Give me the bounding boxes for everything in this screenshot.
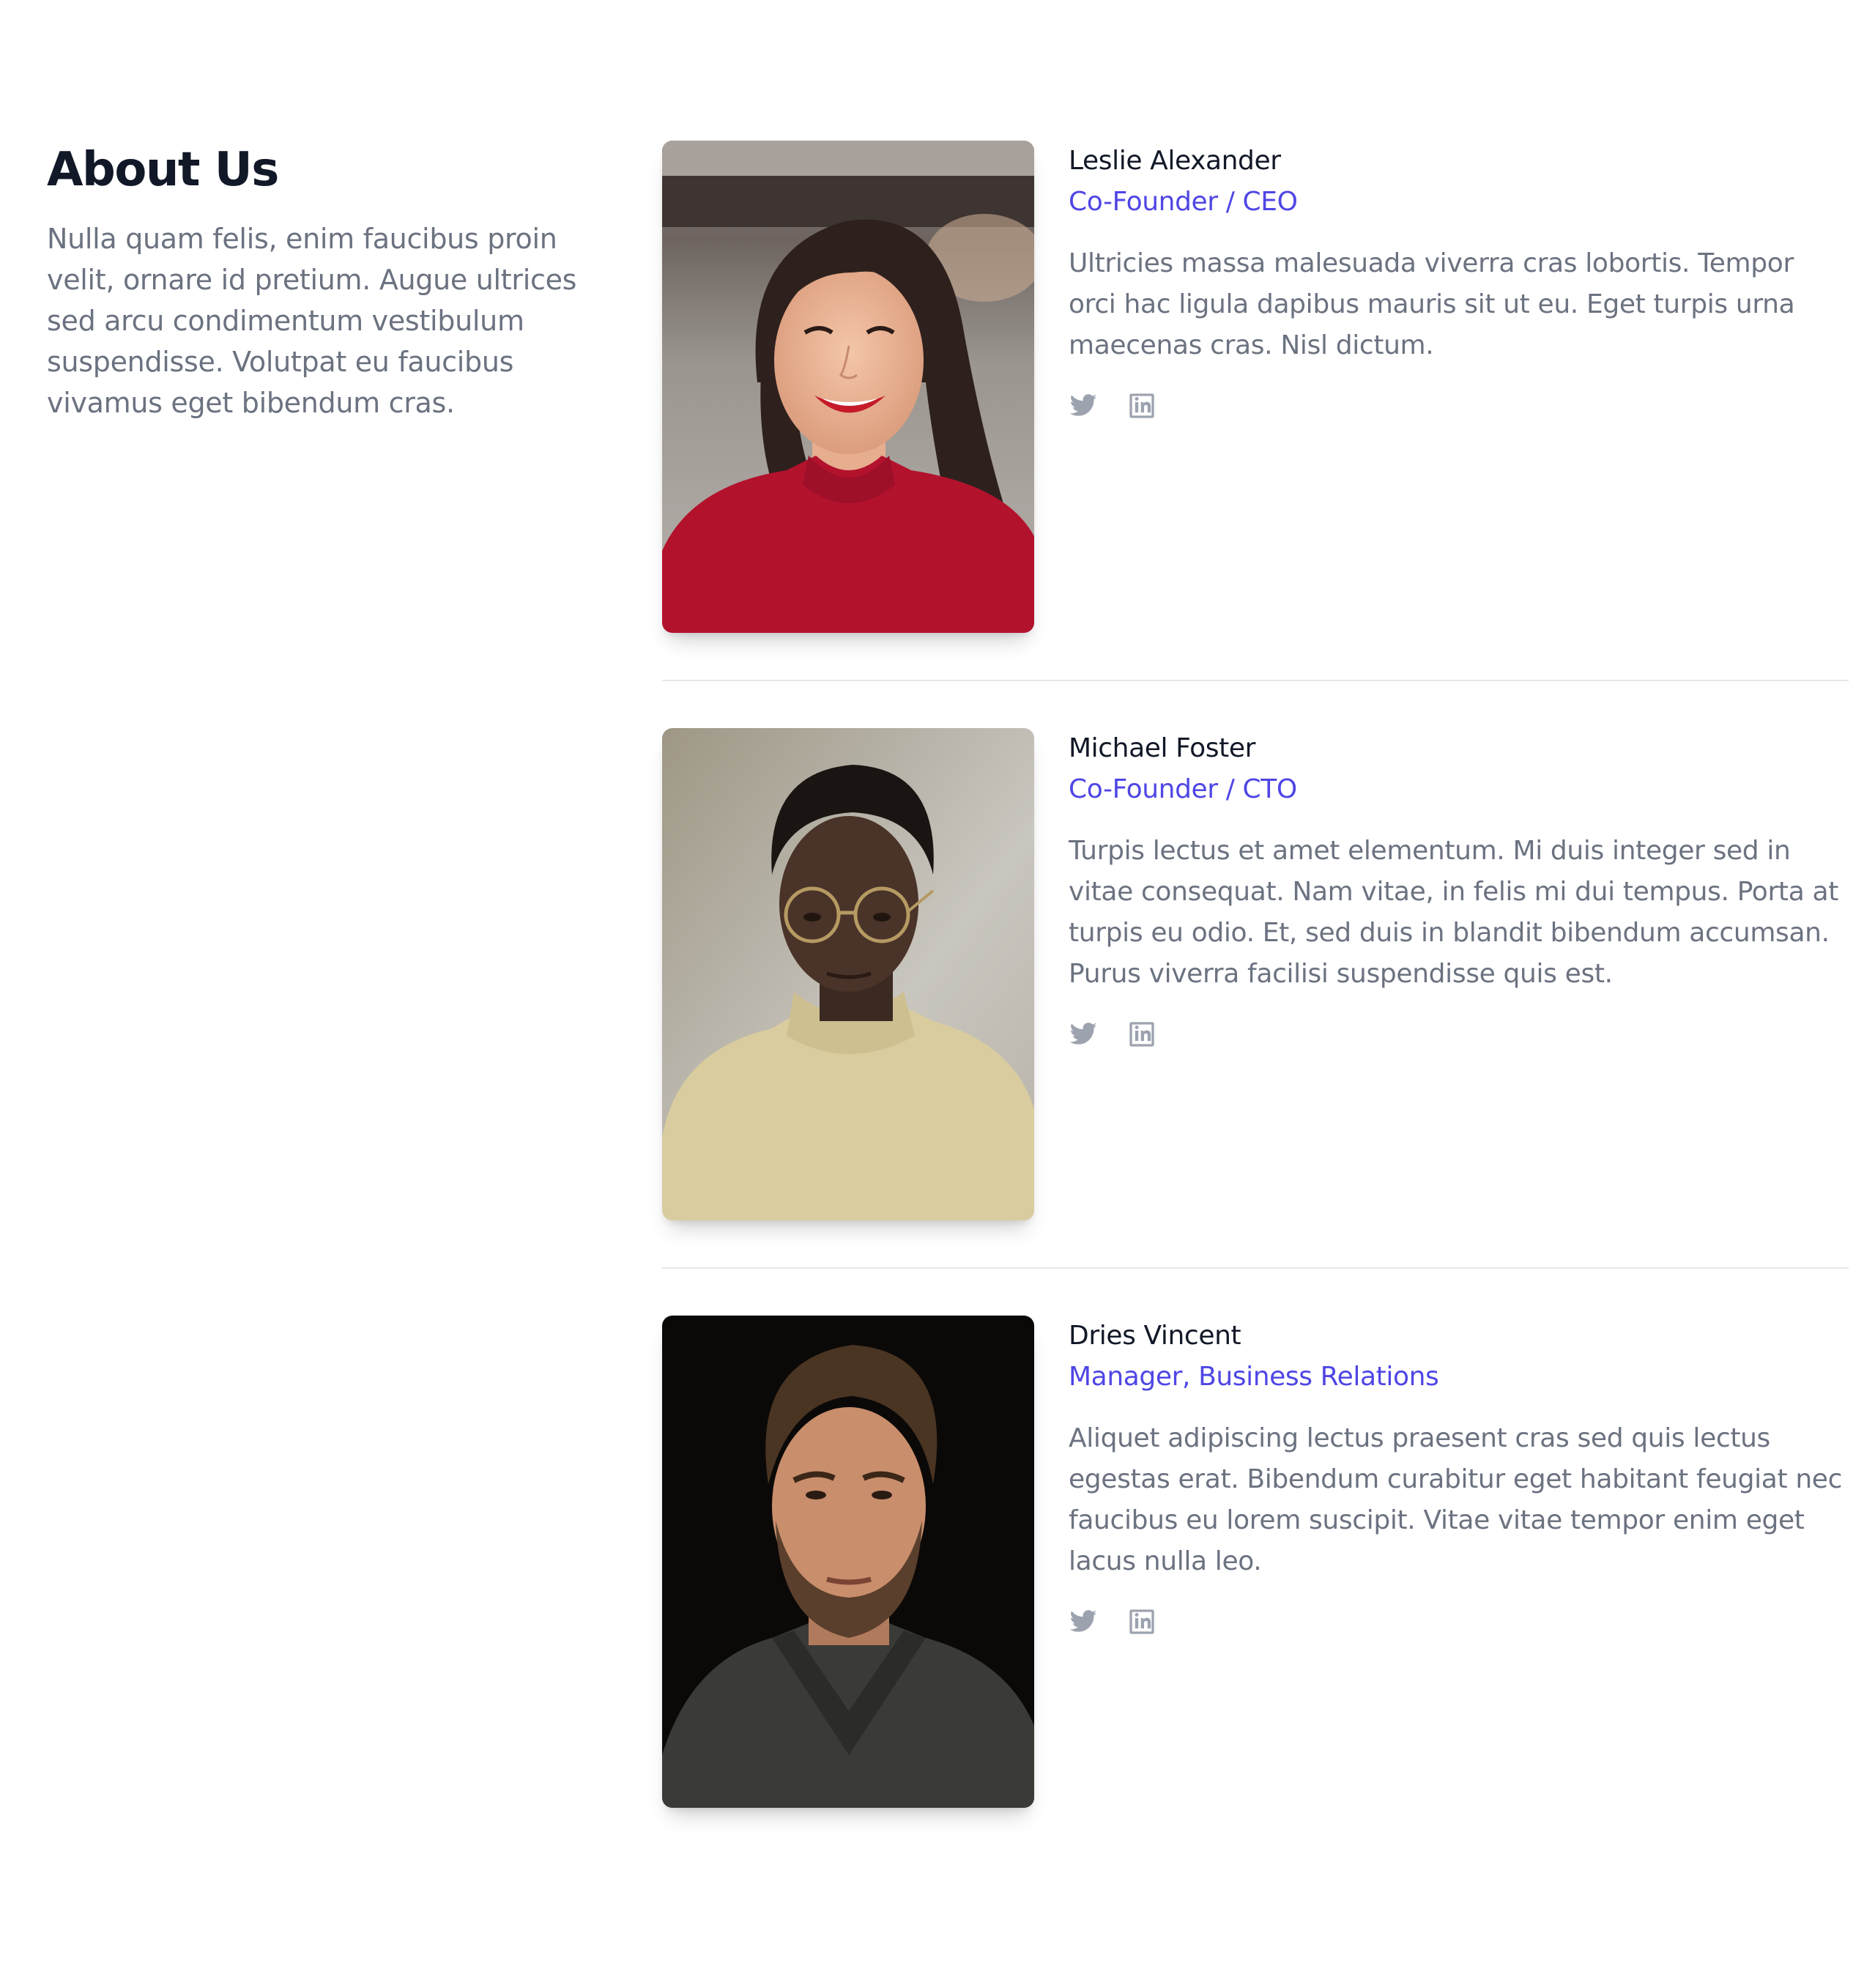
member-name: Michael Foster [1069,733,1255,763]
team-member-dries-vincent: Dries Vincent Manager, Business Relation… [662,1316,1849,1808]
twitter-link[interactable]: Twitter [1069,1020,1098,1049]
linkedin-link[interactable]: LinkedIn [1127,1607,1156,1636]
divider [662,1267,1849,1269]
member-role: Co-Founder / CEO [1069,187,1298,217]
member-bio: Aliquet adipiscing lectus praesent cras … [1069,1423,1843,1576]
member-photo [662,728,1034,1220]
portrait-man-glasses-icon [662,728,1034,1220]
portrait-man-beard-icon [662,1316,1034,1808]
team-member-michael-foster: Michael Foster Co-Founder / CTO Turpis l… [662,728,1849,1220]
linkedin-icon [1129,393,1154,418]
social-links: Twitter LinkedIn [1069,1020,1845,1049]
linkedin-icon [1129,1022,1154,1047]
page-title: About Us [47,143,279,197]
member-bio: Ultricies massa malesuada viverra cras l… [1069,248,1795,360]
member-name: Leslie Alexander [1069,146,1281,176]
twitter-icon [1069,394,1097,416]
member-photo [662,1316,1034,1808]
member-role: Co-Founder / CTO [1069,774,1297,804]
intro-description: Nulla quam felis, enim faucibus proin ve… [47,223,577,419]
social-links: Twitter LinkedIn [1069,1607,1845,1636]
divider [662,680,1849,681]
social-links: Twitter LinkedIn [1069,391,1845,420]
intro: About Us Nulla quam felis, enim faucibus… [47,141,604,423]
member-role: Manager, Business Relations [1069,1362,1439,1392]
member-name: Dries Vincent [1069,1321,1241,1351]
member-photo [662,141,1034,633]
member-info: Leslie Alexander Co-Founder / CEO Ultric… [1069,141,1845,420]
member-info: Dries Vincent Manager, Business Relation… [1069,1316,1845,1636]
linkedin-link[interactable]: LinkedIn [1127,391,1156,420]
linkedin-link[interactable]: LinkedIn [1127,1020,1156,1049]
portrait-woman-icon [662,141,1034,633]
twitter-link[interactable]: Twitter [1069,391,1098,420]
team-list: Leslie Alexander Co-Founder / CEO Ultric… [662,141,1849,1808]
twitter-icon [1069,1023,1097,1045]
linkedin-icon [1129,1609,1154,1634]
twitter-icon [1069,1610,1097,1632]
member-info: Michael Foster Co-Founder / CTO Turpis l… [1069,728,1845,1049]
member-bio: Turpis lectus et amet elementum. Mi duis… [1069,836,1838,989]
team-member-leslie-alexander: Leslie Alexander Co-Founder / CEO Ultric… [662,141,1849,633]
twitter-link[interactable]: Twitter [1069,1607,1098,1636]
